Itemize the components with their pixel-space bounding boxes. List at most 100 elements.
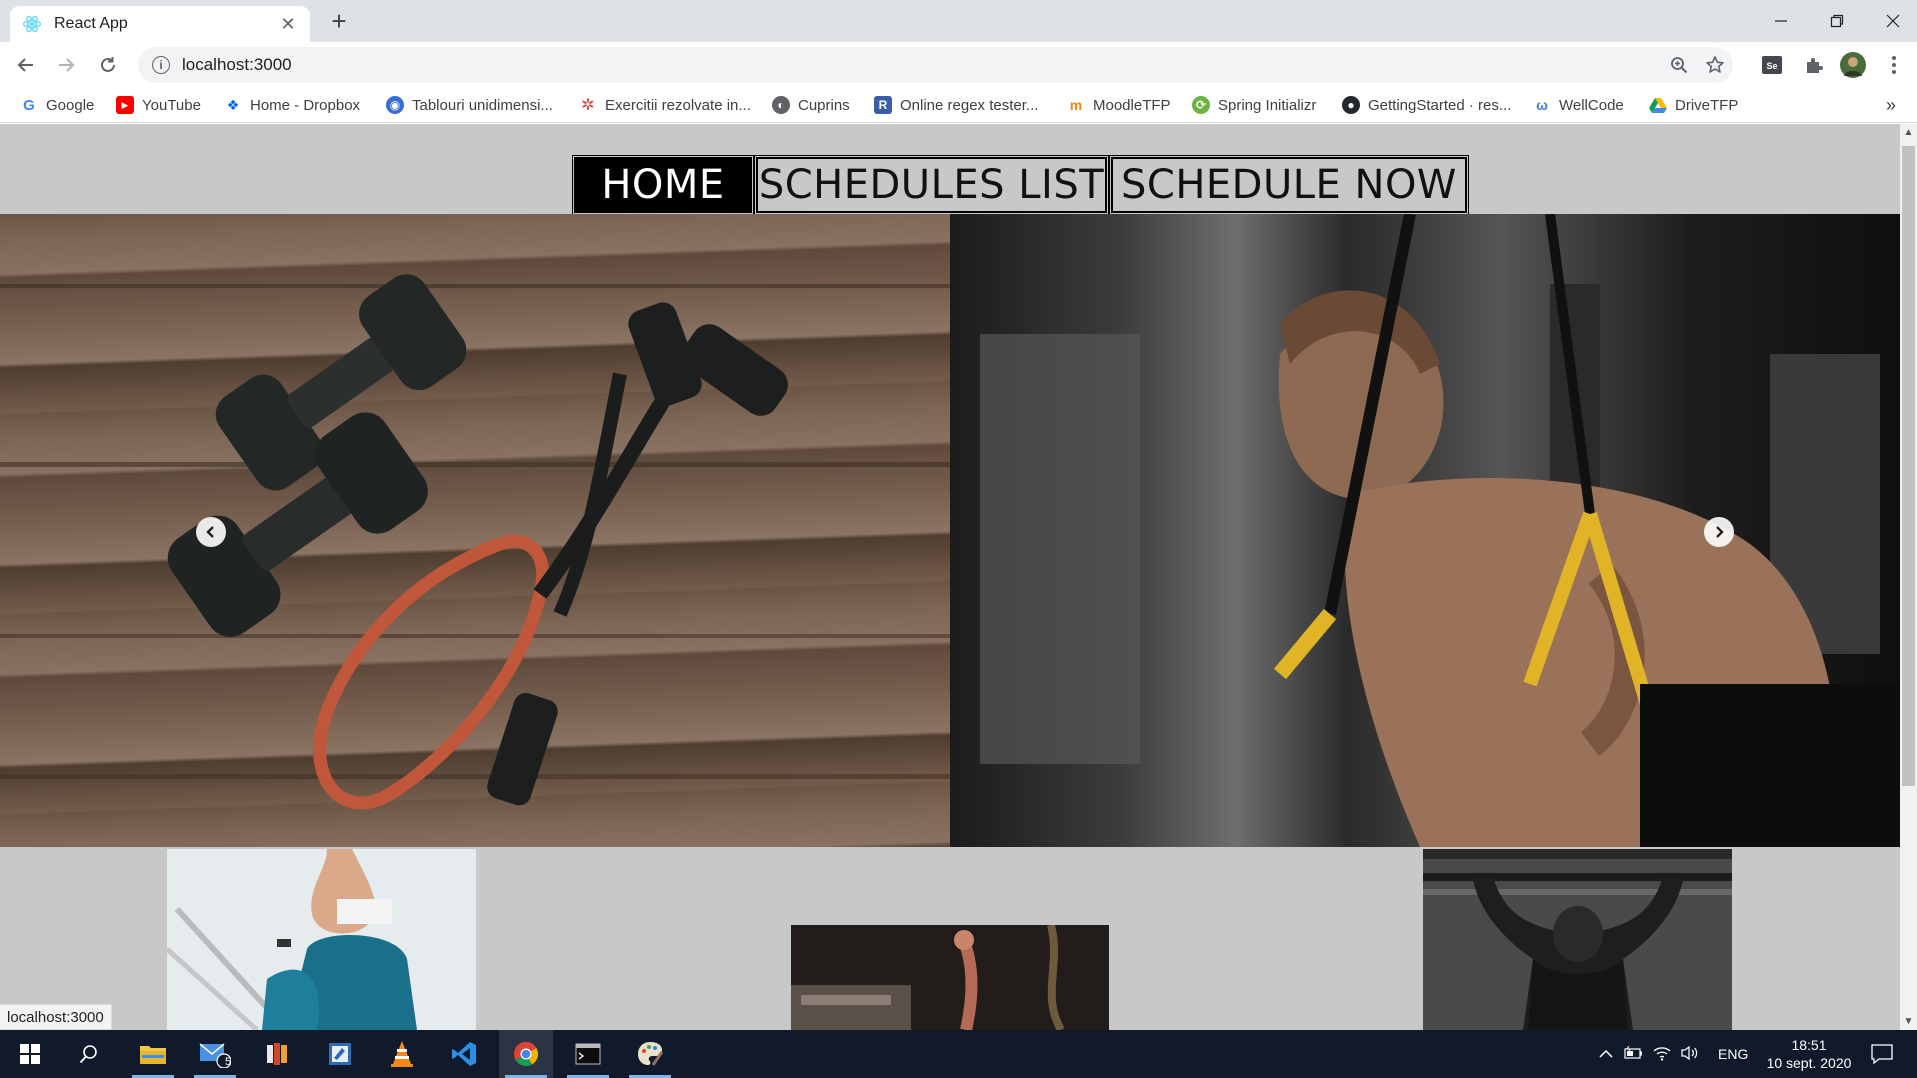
- system-tray: ENG: [1592, 1030, 1748, 1078]
- bookmark-label: Exercitii rezolvate in...: [605, 96, 751, 114]
- pullup-athlete-image: [1423, 849, 1732, 1030]
- bookmark-label: DriveTFP: [1675, 96, 1739, 114]
- windows-logo-icon: [20, 1044, 40, 1064]
- page-scrollbar[interactable]: ▲ ▼: [1900, 124, 1917, 1030]
- address-bar[interactable]: i localhost:3000: [138, 47, 1733, 83]
- zoom-icon[interactable]: [1661, 47, 1697, 83]
- image-carousel: [0, 214, 1900, 847]
- globe-icon: ◐: [772, 96, 790, 114]
- gym-rope-image: [791, 925, 1109, 1030]
- bookmark-label: GettingStarted · res...: [1368, 96, 1512, 114]
- more-bookmarks-chevron-icon[interactable]: »: [1886, 93, 1896, 117]
- thumbnail-runner[interactable]: [167, 849, 476, 1030]
- extensions-puzzle-icon[interactable]: [1800, 51, 1828, 79]
- scroll-up-arrow-icon[interactable]: ▲: [1900, 124, 1917, 141]
- taskbar-terminal[interactable]: [561, 1030, 615, 1078]
- search-icon: [79, 1045, 97, 1064]
- url-text[interactable]: localhost:3000: [182, 55, 1661, 75]
- bookmark-cuprins[interactable]: ◐ Cuprins: [772, 93, 850, 117]
- google-icon: G: [20, 96, 38, 114]
- tab-title: React App: [54, 15, 128, 32]
- bookmark-github[interactable]: ● GettingStarted · res...: [1342, 93, 1511, 117]
- chevron-left-icon: [206, 526, 214, 538]
- bookmark-label: Cuprins: [798, 96, 850, 114]
- start-button[interactable]: [3, 1030, 57, 1078]
- bookmark-dropbox[interactable]: ❖ Home - Dropbox: [224, 93, 360, 117]
- bookmark-google[interactable]: G Google: [20, 93, 94, 117]
- bookmark-regex[interactable]: R Online regex tester...: [874, 93, 1038, 117]
- bookmark-label: Google: [46, 96, 95, 114]
- bookmark-label: YouTube: [142, 96, 201, 114]
- wifi-icon[interactable]: [1648, 1045, 1676, 1064]
- thumbnail-gym-rope[interactable]: [791, 925, 1109, 1030]
- carousel-slide-trx-athlete: [950, 214, 1900, 847]
- runner-image: [167, 849, 476, 1030]
- language-indicator[interactable]: ENG: [1718, 1046, 1748, 1062]
- minimize-icon: [1775, 20, 1787, 22]
- bookmark-star-icon[interactable]: [1697, 47, 1733, 83]
- browser-menu-icon[interactable]: [1880, 51, 1908, 79]
- bookmark-label: Home - Dropbox: [250, 96, 361, 114]
- taskbar-editor[interactable]: [313, 1030, 367, 1078]
- volume-icon[interactable]: [1676, 1045, 1704, 1064]
- bookmark-moodletfp[interactable]: m MoodleTFP: [1067, 93, 1171, 117]
- close-window-button[interactable]: [1865, 0, 1917, 42]
- notifications-button[interactable]: [1855, 1030, 1909, 1078]
- carousel-prev-button[interactable]: [196, 517, 226, 547]
- folder-icon: [140, 1046, 166, 1064]
- battery-icon[interactable]: [1620, 1045, 1648, 1063]
- main-nav: HOME SCHEDULES LIST SCHEDULE NOW: [572, 155, 1469, 215]
- restore-icon: [1830, 14, 1844, 28]
- taskbar-vscode[interactable]: [437, 1030, 491, 1078]
- wellcode-icon: ω: [1533, 96, 1551, 114]
- forward-button[interactable]: [52, 51, 80, 79]
- search-button[interactable]: [62, 1030, 116, 1078]
- bookmark-label: MoodleTFP: [1093, 96, 1171, 114]
- browser-toolbar: i localhost:3000 Se: [0, 42, 1917, 88]
- reload-button[interactable]: [94, 51, 122, 79]
- bookmark-wellcode[interactable]: ω WellCode: [1533, 93, 1624, 117]
- scrollbar-thumb[interactable]: [1902, 146, 1915, 786]
- dumbbells-band-image: [0, 274, 950, 810]
- chevron-up-icon[interactable]: [1592, 1046, 1620, 1062]
- thumbnail-pullup-athlete[interactable]: [1423, 849, 1732, 1030]
- tab-close-icon[interactable]: ✕: [278, 14, 298, 35]
- bookmark-exercitii[interactable]: ✲ Exercitii rezolvate in...: [579, 93, 751, 117]
- nav-schedule-now[interactable]: SCHEDULE NOW: [1109, 155, 1469, 215]
- bookmark-label: Spring Initializr: [1218, 96, 1317, 114]
- youtube-icon: ▶: [116, 96, 134, 114]
- regex-icon: R: [874, 96, 892, 114]
- taskbar-office[interactable]: [250, 1030, 304, 1078]
- site-info-icon[interactable]: i: [152, 56, 170, 74]
- browser-tab[interactable]: React App ✕: [10, 6, 310, 42]
- trx-athlete-image: [980, 214, 1900, 847]
- taskbar-mail[interactable]: 5: [188, 1030, 242, 1078]
- taskbar-vlc[interactable]: [375, 1030, 429, 1078]
- taskbar-paint[interactable]: [623, 1030, 677, 1078]
- windows-taskbar: 5 ENG 18:51 10 sept. 2020: [0, 1030, 1917, 1078]
- nav-schedules-list[interactable]: SCHEDULES LIST: [754, 155, 1109, 215]
- bookmark-drivetfp[interactable]: DriveTFP: [1649, 93, 1738, 117]
- profile-avatar[interactable]: [1839, 51, 1867, 79]
- taskbar-file-explorer[interactable]: [126, 1030, 180, 1078]
- bookmark-label: Online regex tester...: [900, 96, 1039, 114]
- new-tab-button[interactable]: +: [325, 7, 353, 35]
- vscode-icon: [452, 1042, 476, 1066]
- restore-button[interactable]: [1809, 0, 1865, 42]
- bookmark-tablouri[interactable]: ◉ Tablouri unidimensi...: [386, 93, 553, 117]
- bookmark-spring[interactable]: ⟳ Spring Initializr: [1192, 93, 1316, 117]
- back-button[interactable]: [12, 51, 40, 79]
- selenium-extension-icon[interactable]: Se: [1758, 51, 1786, 79]
- page-viewport: HOME SCHEDULES LIST SCHEDULE NOW: [0, 124, 1900, 1030]
- carousel-next-button[interactable]: [1704, 517, 1734, 547]
- globe-icon: ◉: [386, 96, 404, 114]
- bookmark-label: Tablouri unidimensi...: [412, 96, 553, 114]
- taskbar-clock[interactable]: 18:51 10 sept. 2020: [1759, 1036, 1859, 1072]
- bookmark-youtube[interactable]: ▶ YouTube: [116, 93, 201, 117]
- bookmarks-bar: G Google ▶ YouTube ❖ Home - Dropbox ◉ Ta…: [0, 88, 1917, 123]
- nav-home[interactable]: HOME: [572, 155, 754, 215]
- scroll-down-arrow-icon[interactable]: ▼: [1900, 1013, 1917, 1030]
- browser-tabstrip: React App ✕ +: [0, 0, 1917, 42]
- taskbar-chrome[interactable]: [499, 1030, 553, 1078]
- minimize-button[interactable]: [1753, 0, 1809, 42]
